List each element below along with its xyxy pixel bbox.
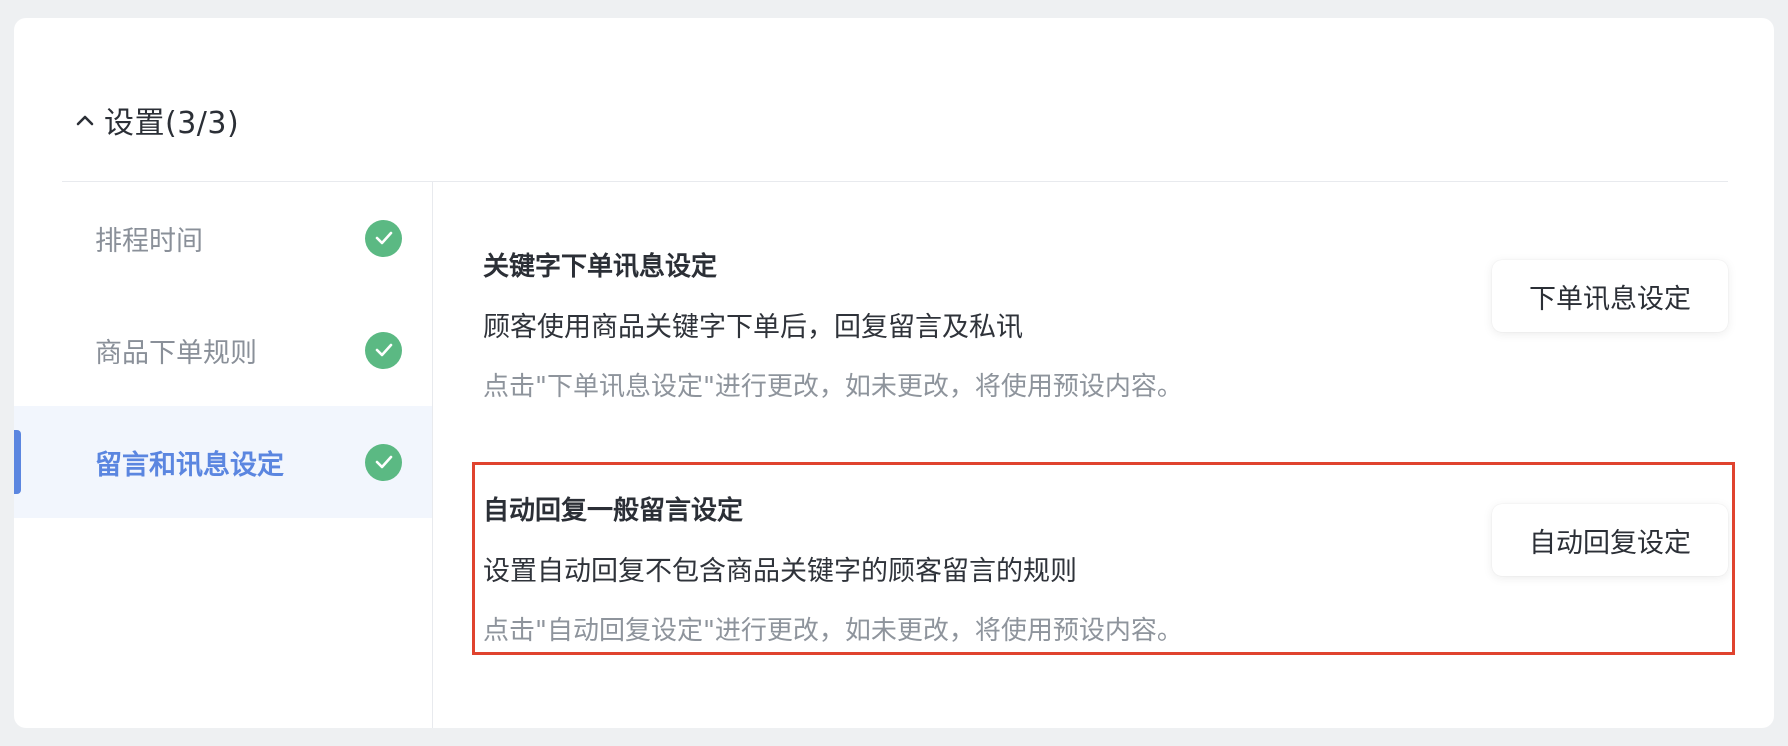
section-hint: 点击"自动回复设定"进行更改，如未更改，将使用预设内容。 [483,616,1183,646]
settings-title: 设置(3/3) [104,106,240,141]
chevron-up-icon [70,105,100,135]
section-hint: 点击"下单讯息设定"进行更改，如未更改，将使用预设内容。 [483,372,1183,402]
settings-collapse-toggle[interactable]: 设置(3/3) [70,80,239,160]
sidebar-item-label: 商品下单规则 [95,337,257,369]
auto-reply-comment-section: 自动回复一般留言设定 设置自动回复不包含商品关键字的顾客留言的规则 点击"自动回… [483,490,1728,647]
sidebar-item-label: 排程时间 [95,225,203,257]
settings-sidebar: 排程时间 商品下单规则 留言和讯息设定 [14,182,433,728]
check-circle-icon [365,219,402,257]
settings-content: 关键字下单讯息设定 顾客使用商品关键字下单后，回复留言及私讯 点击"下单讯息设定… [433,182,1774,728]
settings-card: 设置(3/3) 排程时间 商品下单规则 留言和讯息设定 关键字下单讯息设定 顾客… [14,18,1774,728]
keyword-order-message-section: 关键字下单讯息设定 顾客使用商品关键字下单后，回复留言及私讯 点击"下单讯息设定… [483,246,1728,403]
auto-reply-settings-button[interactable]: 自动回复设定 [1492,504,1728,576]
sidebar-item-label: 留言和讯息设定 [95,449,284,481]
sidebar-item-order-rules[interactable]: 商品下单规则 [14,294,432,406]
order-message-settings-button[interactable]: 下单讯息设定 [1492,260,1728,332]
check-circle-icon [365,331,402,369]
sidebar-item-schedule-time[interactable]: 排程时间 [14,182,432,294]
check-circle-icon [365,443,402,481]
sidebar-item-message-settings[interactable]: 留言和讯息设定 [14,406,432,518]
